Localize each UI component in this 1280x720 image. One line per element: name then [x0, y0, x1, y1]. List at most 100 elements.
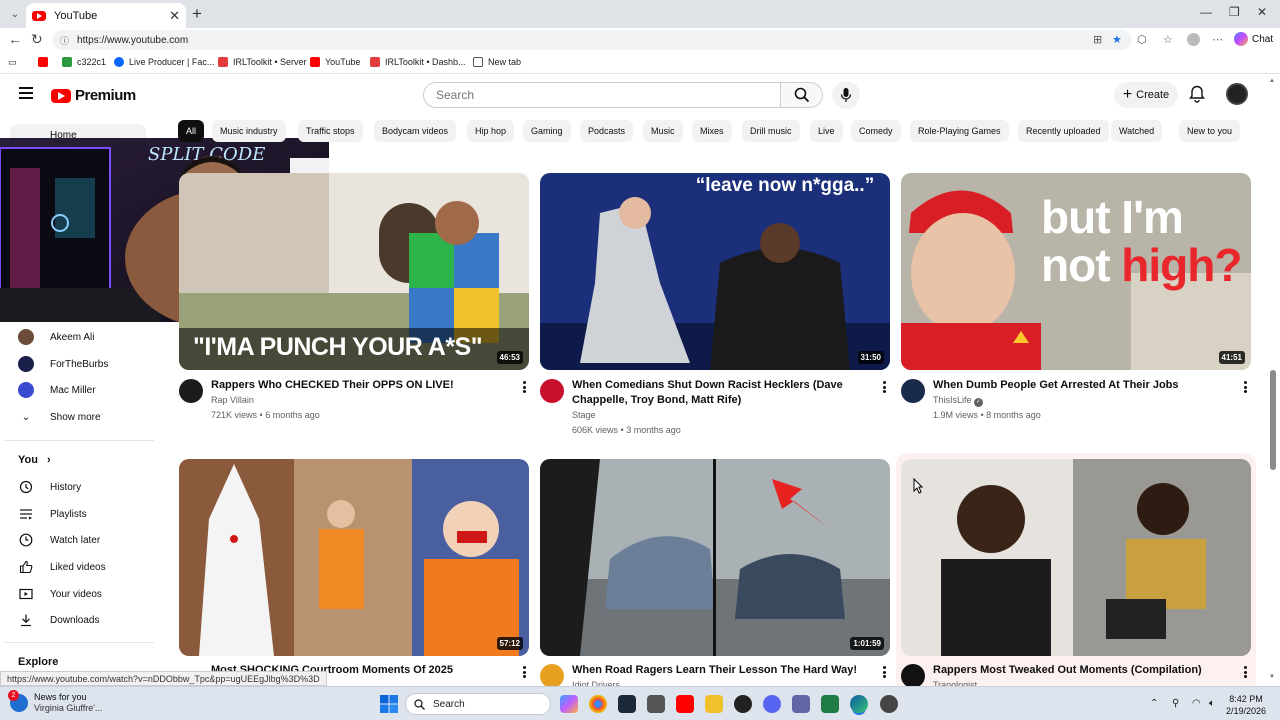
chip-gaming[interactable]: Gaming [523, 120, 571, 142]
sidebar-item-your-videos[interactable]: Your videos [18, 584, 102, 604]
steam-app-icon[interactable] [618, 695, 636, 713]
volume-icon[interactable]: 🔈︎ [1209, 698, 1215, 709]
app-available-icon[interactable]: ⊞ [1093, 33, 1102, 46]
sidebar-item-history[interactable]: History [18, 477, 81, 497]
video-menu-icon[interactable] [1240, 380, 1250, 394]
video-menu-icon[interactable] [519, 380, 529, 394]
bookmark-irltoolkit-dashboard[interactable]: IRLToolkit • Dashb... [370, 57, 466, 67]
news-widget[interactable]: 2 News for you Virginia Giuffre'... [8, 690, 102, 714]
video-thumbnail[interactable]: “leave now n*gga..” 31:50 [540, 173, 890, 370]
chrome-app-icon[interactable] [589, 695, 607, 713]
edge-app-icon[interactable] [850, 695, 868, 713]
chatgpt-app-icon[interactable] [880, 695, 898, 713]
chip-podcasts[interactable]: Podcasts [580, 120, 634, 142]
bookmark-youtube[interactable]: YouTube [310, 57, 360, 67]
video-thumbnail[interactable]: "I'MA PUNCH YOUR A*S" 46:53 [179, 173, 529, 370]
channel-name[interactable]: Stage [572, 408, 596, 423]
teams-app-icon[interactable] [792, 695, 810, 713]
video-thumbnail[interactable]: but I'm not high? 41:51 [901, 173, 1251, 370]
restore-icon[interactable]: ❐ [1229, 5, 1240, 19]
create-button[interactable]: + Create [1114, 82, 1178, 108]
minimize-icon[interactable]: — [1200, 5, 1212, 19]
tray-overflow-icon[interactable]: ⌃ [1150, 698, 1158, 709]
chip-live[interactable]: Live [810, 120, 843, 142]
location-icon[interactable]: ⚲ [1172, 698, 1179, 709]
bookmark-new-tab[interactable]: New tab [473, 57, 521, 67]
video-menu-icon[interactable] [1240, 665, 1250, 679]
voice-search-button[interactable] [832, 81, 860, 109]
copilot-app-icon[interactable] [560, 695, 578, 713]
bookmark-youtube-icon[interactable] [38, 57, 48, 67]
bookmark-c322c1[interactable]: c322c1 [62, 57, 106, 67]
sidebar-item-downloads[interactable]: Downloads [18, 610, 99, 630]
search-input[interactable]: Search [423, 82, 781, 108]
taskbar-search[interactable]: Search [405, 693, 551, 715]
video-title[interactable]: Rappers Who CHECKED Their OPPS ON LIVE! [211, 378, 511, 393]
reload-icon[interactable]: ↻ [31, 31, 43, 48]
tab-actions-menu-icon[interactable]: ⌄ [6, 5, 24, 23]
chip-music[interactable]: Music [643, 120, 683, 142]
video-thumbnail[interactable]: 57:12 [179, 459, 529, 656]
video-title[interactable]: When Dumb People Get Arrested At Their J… [933, 378, 1233, 393]
url-field[interactable]: ⓘ https://www.youtube.com [52, 30, 1132, 50]
sidebar-sub-mac-miller[interactable]: Mac Miller [18, 380, 96, 400]
channel-name[interactable]: Rap Villain [211, 393, 254, 408]
chip-recently-uploaded[interactable]: Recently uploaded [1018, 120, 1109, 142]
video-thumbnail[interactable]: 1:01:59 [540, 459, 890, 656]
scroll-up-icon[interactable]: ▲ [1269, 78, 1275, 84]
search-button[interactable] [781, 82, 823, 108]
discord-app-icon[interactable] [763, 695, 781, 713]
notifications-button[interactable] [1189, 85, 1205, 108]
sidebar-item-watch-later[interactable]: Watch later [18, 530, 100, 550]
video-menu-icon[interactable] [519, 665, 529, 679]
store-app-icon[interactable] [647, 695, 665, 713]
close-window-icon[interactable]: ✕ [1257, 5, 1267, 19]
profile-icon[interactable] [1187, 33, 1200, 46]
youtube-app-icon[interactable] [676, 695, 694, 713]
chip-traffic-stops[interactable]: Traffic stops [298, 120, 363, 142]
chip-comedy[interactable]: Comedy [851, 120, 901, 142]
guide-menu-icon[interactable] [19, 87, 33, 99]
video-title[interactable]: When Road Ragers Learn Their Lesson The … [572, 663, 872, 678]
chip-music-industry[interactable]: Music industry [212, 120, 286, 142]
chip-new-to-you[interactable]: New to you [1179, 120, 1241, 142]
extensions-icon[interactable]: ⬡ [1137, 33, 1147, 46]
video-title[interactable]: Rappers Most Tweaked Out Moments (Compil… [933, 663, 1233, 678]
chip-mixes[interactable]: Mixes [692, 120, 732, 142]
wifi-icon[interactable]: ◠ [1192, 698, 1201, 709]
bookmark-live-producer[interactable]: Live Producer | Fac... [114, 57, 214, 67]
chip-watched[interactable]: Watched [1111, 120, 1163, 142]
chip-hip-hop[interactable]: Hip hop [467, 120, 515, 142]
scrollbar-thumb[interactable] [1270, 370, 1276, 470]
sidebar-you-header[interactable]: You › [18, 454, 51, 466]
chip-bodycam-videos[interactable]: Bodycam videos [374, 120, 457, 142]
video-menu-icon[interactable] [879, 380, 889, 394]
channel-name[interactable]: ThisIsLife ✓ [933, 393, 984, 408]
video-thumbnail[interactable] [901, 459, 1251, 656]
youtube-premium-logo[interactable]: Premium [51, 87, 136, 104]
favorites-icon[interactable]: ☆ [1163, 33, 1173, 46]
windows-start-icon[interactable] [380, 695, 398, 713]
scroll-down-icon[interactable]: ▼ [1269, 674, 1275, 680]
favorite-star-icon[interactable]: ★ [1112, 33, 1122, 46]
excel-app-icon[interactable] [821, 695, 839, 713]
chip-role-playing-games[interactable]: Role-Playing Games [910, 120, 1009, 142]
sidebar-show-more[interactable]: ⌄ Show more [18, 407, 101, 427]
sidebar-item-liked-videos[interactable]: Liked videos [18, 557, 106, 577]
sidebar-item-playlists[interactable]: Playlists [18, 504, 87, 524]
bookmark-irltoolkit-server[interactable]: IRLToolkit • Server [218, 57, 307, 67]
video-menu-icon[interactable] [879, 665, 889, 679]
sidebar-sub-fortheburbs[interactable]: ForTheBurbs [18, 354, 108, 374]
channel-avatar[interactable] [540, 379, 564, 403]
bookmarks-menu-icon[interactable]: ▭ [8, 57, 17, 68]
more-menu-icon[interactable]: ⋯ [1212, 33, 1223, 46]
channel-avatar[interactable] [901, 379, 925, 403]
chip-drill-music[interactable]: Drill music [742, 120, 800, 142]
system-clock[interactable]: 8:42 PM 2/19/2026 [1226, 693, 1266, 717]
file-explorer-icon[interactable] [705, 695, 723, 713]
channel-avatar[interactable] [179, 379, 203, 403]
4k-app-icon[interactable] [734, 695, 752, 713]
video-title[interactable]: When Comedians Shut Down Racist Hecklers… [572, 378, 872, 408]
new-tab-icon[interactable]: + [192, 4, 202, 24]
channel-avatar[interactable] [540, 664, 564, 688]
